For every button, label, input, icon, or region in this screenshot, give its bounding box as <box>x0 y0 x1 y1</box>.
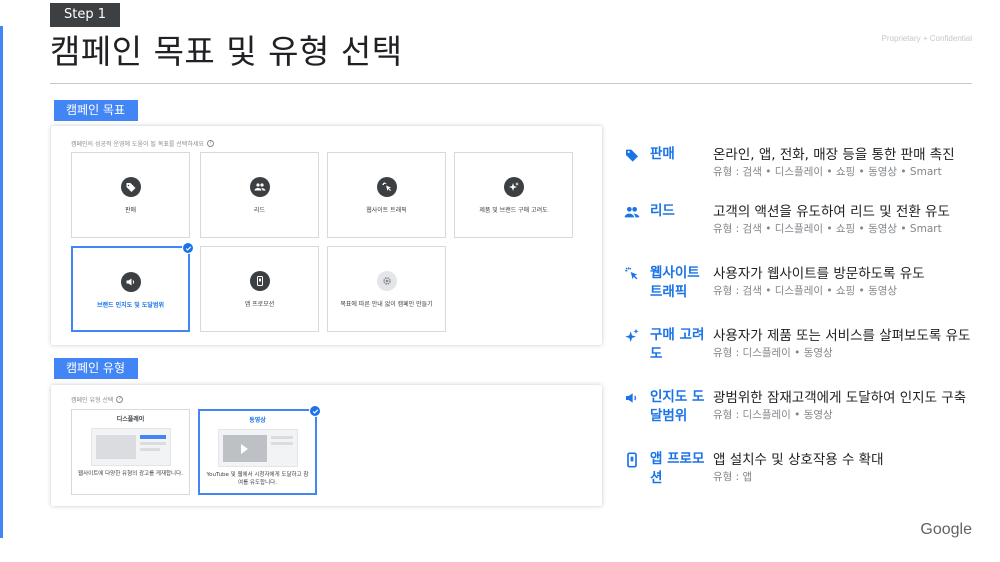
goal-row-types: 유형 : 앱 <box>713 471 753 483</box>
goal-row-description: 사용자가 웹사이트를 방문하도록 유도 <box>713 266 925 282</box>
goal-row-types: 유형 : 검색 • 디스플레이 • 쇼핑 • 동영상 • Smart <box>713 166 942 178</box>
goal-card-label: 리드 <box>253 207 266 214</box>
type-card-description: YouTube 및 웹에서 시청자에게 도달하고 참여를 유도합니다. <box>206 472 309 486</box>
step-badge: Step 1 <box>50 3 120 27</box>
goal-card-label: 브랜드 인지도 및 도달범위 <box>97 302 164 309</box>
goal-hint-text: 캠페인의 성공적 운영에 도움이 될 목표를 선택하세요 <box>71 141 204 148</box>
goal-row-name: 판매 <box>650 146 675 162</box>
goal-row-types: 유형 : 검색 • 디스플레이 • 쇼핑 • 동영상 <box>713 285 898 297</box>
goal-row-name: 인지도 도달범위 <box>650 389 705 424</box>
type-hint-text: 캠페인 유형 선택 <box>71 397 114 404</box>
video-thumbnail-icon <box>217 429 298 467</box>
goal-row-description: 사용자가 제품 또는 서비스를 살펴보도록 유도 <box>713 328 971 344</box>
selected-check-icon <box>309 405 321 417</box>
goal-card-label: 목표에 따른 안내 없이 캠페인 만들기 <box>340 301 433 308</box>
goal-row-name: 구매 고려도 <box>650 327 705 362</box>
type-card-label: 동영상 <box>249 417 266 424</box>
type-card-label: 디스플레이 <box>116 416 145 423</box>
cursor-click-icon <box>376 177 397 197</box>
goal-row-name: 웹사이트 트래픽 <box>650 265 700 300</box>
title-divider <box>50 83 972 84</box>
goal-row-name: 리드 <box>650 203 675 219</box>
goal-row-description: 광범위한 잠재고객에게 도달하여 인지도 구축 <box>713 390 967 406</box>
goal-card-consideration[interactable]: 제품 및 브랜드 구매 고려도 <box>454 152 573 238</box>
selected-check-icon <box>182 242 194 254</box>
goal-row-types: 유형 : 디스플레이 • 동영상 <box>713 347 833 359</box>
gear-icon <box>376 271 397 291</box>
goal-row-types: 유형 : 디스플레이 • 동영상 <box>713 409 833 421</box>
help-icon[interactable]: ? <box>116 396 124 403</box>
cursor-click-icon <box>624 266 640 282</box>
goal-card-label: 판매 <box>124 207 137 214</box>
type-hint: 캠페인 유형 선택 ? <box>71 395 124 404</box>
phone-icon <box>624 452 640 468</box>
campaign-goal-panel: 캠페인의 성공적 운영에 도움이 될 목표를 선택하세요 ? 판매 리드 웹사이… <box>51 126 602 345</box>
tag-icon <box>624 147 640 163</box>
goal-card-label: 앱 프로모션 <box>244 301 275 308</box>
type-card-video[interactable]: 동영상 YouTube 및 웹에서 시청자에게 도달하고 참여를 유도합니다. <box>198 405 321 495</box>
sparkle-icon <box>503 177 524 197</box>
goal-card-label: 웹사이트 트래픽 <box>366 207 407 214</box>
goal-card-website-traffic[interactable]: 웹사이트 트래픽 <box>327 152 446 238</box>
sparkle-icon <box>624 328 640 344</box>
goal-card-sales[interactable]: 판매 <box>71 152 190 238</box>
google-logo: Google <box>920 521 972 538</box>
page-title: 캠페인 목표 및 유형 선택 <box>50 32 403 71</box>
display-thumbnail-icon <box>90 428 171 466</box>
speaker-icon <box>120 272 141 292</box>
goal-card-no-guidance[interactable]: 목표에 따른 안내 없이 캠페인 만들기 <box>327 246 446 332</box>
campaign-type-panel: 캠페인 유형 선택 ? 디스플레이 웹사이트에 다양한 유형의 광고를 게재합니… <box>51 385 602 506</box>
goal-card-label: 제품 및 브랜드 구매 고려도 <box>479 207 548 214</box>
phone-icon <box>249 271 270 291</box>
confidential-label: Proprietary + Confidential <box>881 34 973 43</box>
help-icon[interactable]: ? <box>206 140 214 147</box>
left-accent-bar <box>0 26 3 538</box>
type-card-display[interactable]: 디스플레이 웹사이트에 다양한 유형의 광고를 게재합니다. <box>71 409 190 495</box>
campaign-goal-label: 캠페인 목표 <box>54 100 138 121</box>
people-icon <box>249 177 270 197</box>
tag-icon <box>120 177 141 197</box>
goal-card-app-promotion[interactable]: 앱 프로모션 <box>200 246 319 332</box>
speaker-icon <box>624 390 640 406</box>
people-icon <box>624 204 640 220</box>
type-card-description: 웹사이트에 다양한 유형의 광고를 게재합니다. <box>78 471 183 477</box>
campaign-type-label: 캠페인 유형 <box>54 358 138 379</box>
goal-row-description: 고객의 액션을 유도하여 리드 및 전환 유도 <box>713 204 950 220</box>
goal-hint: 캠페인의 성공적 운영에 도움이 될 목표를 선택하세요 ? <box>71 139 214 148</box>
goal-card-brand-awareness[interactable]: 브랜드 인지도 및 도달범위 <box>71 242 194 332</box>
goal-row-description: 앱 설치수 및 상호작용 수 확대 <box>713 452 884 468</box>
goal-row-description: 온라인, 앱, 전화, 매장 등을 통한 판매 촉진 <box>713 147 955 163</box>
goal-row-name: 앱 프로모션 <box>650 451 705 486</box>
goal-card-leads[interactable]: 리드 <box>200 152 319 238</box>
goal-row-types: 유형 : 검색 • 디스플레이 • 쇼핑 • 동영상 • Smart <box>713 223 942 235</box>
